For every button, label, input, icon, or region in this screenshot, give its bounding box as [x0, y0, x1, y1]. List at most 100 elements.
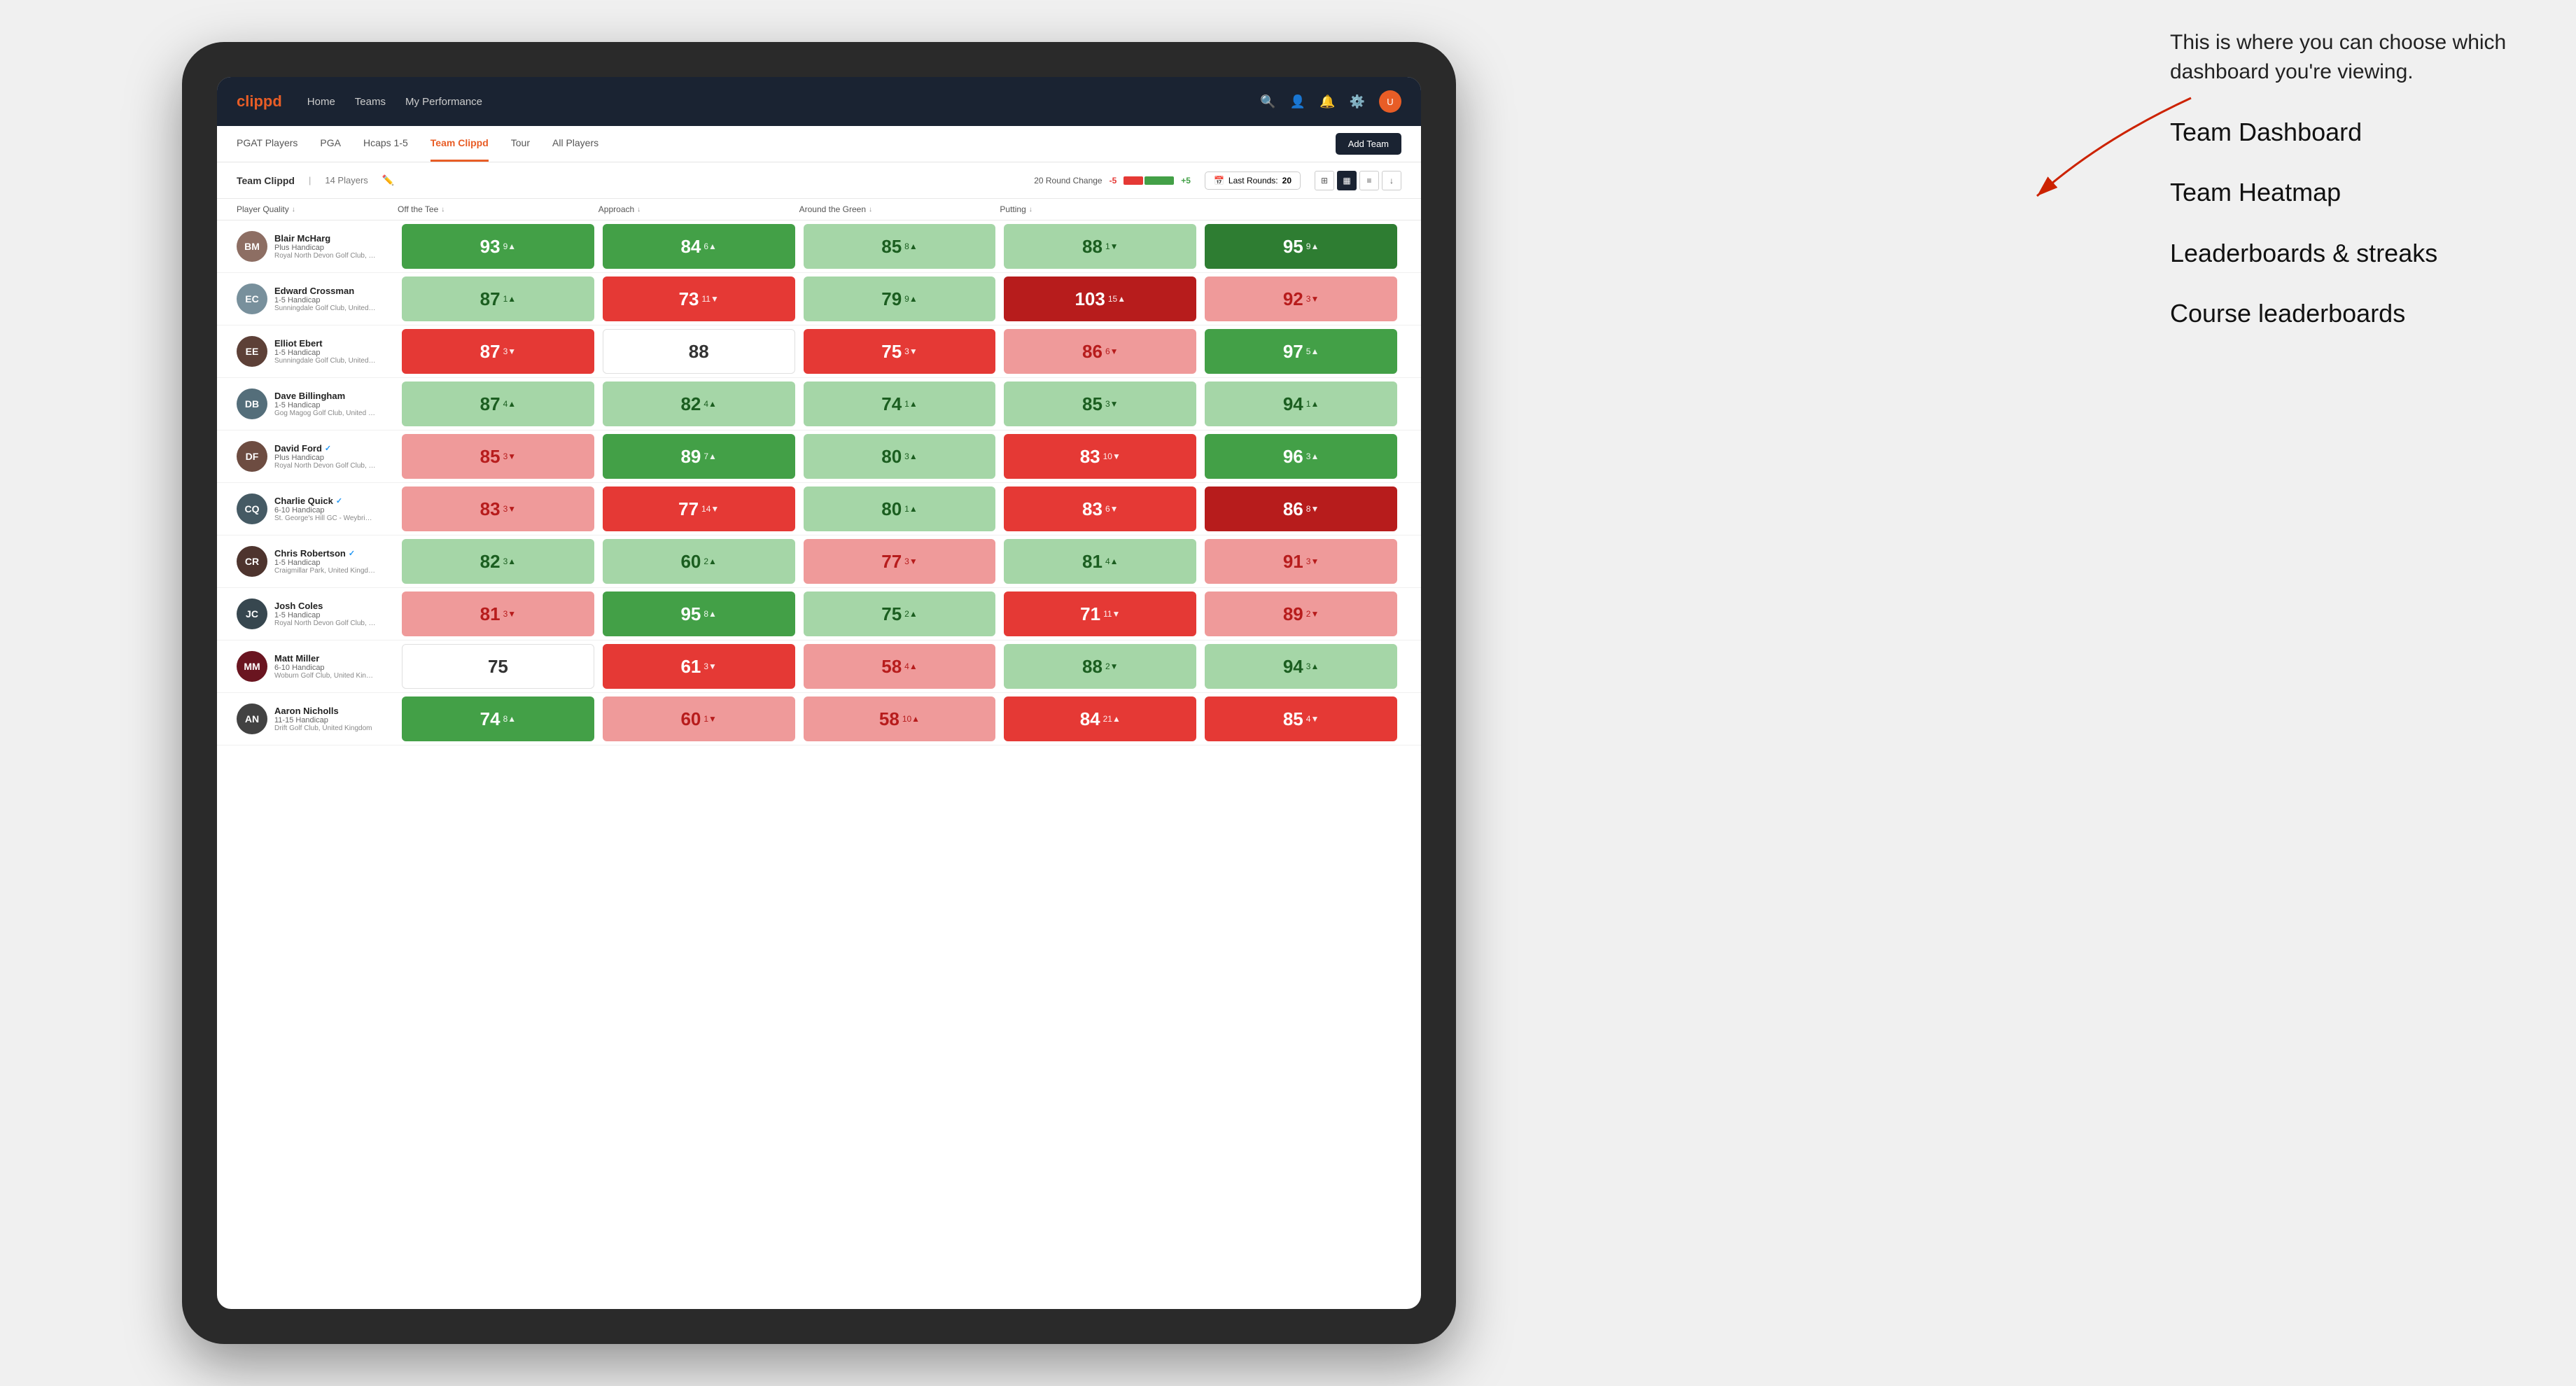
dashboard-option[interactable]: Course leaderboards	[2170, 296, 2534, 331]
score-cell: 892▼	[1205, 592, 1397, 636]
score-change: 3▼	[503, 504, 517, 514]
score-cell: 873▼	[402, 329, 594, 374]
subnav-team-clippd[interactable]: Team Clippd	[430, 126, 489, 162]
logo[interactable]: clippd	[237, 92, 282, 111]
dashboard-option[interactable]: Team Heatmap	[2170, 175, 2534, 210]
subnav-pga[interactable]: PGA	[320, 126, 341, 162]
score-cell: 5810▲	[804, 696, 996, 741]
score-cell: 88	[603, 329, 795, 374]
table-row[interactable]: DBDave Billingham1-5 HandicapGog Magog G…	[217, 378, 1421, 430]
score-cell: 601▼	[603, 696, 795, 741]
score-cell: 584▲	[804, 644, 996, 689]
score-cell: 8310▼	[1004, 434, 1196, 479]
nav-links: Home Teams My Performance	[307, 96, 1261, 108]
view-icons: ⊞ ▦ ≡ ↓	[1315, 171, 1401, 190]
score-value: 103	[1074, 288, 1105, 310]
player-club: Royal North Devon Golf Club, United King…	[274, 252, 376, 260]
player-info: MMMatt Miller6-10 HandicapWoburn Golf Cl…	[237, 644, 398, 689]
download-button[interactable]: ↓	[1382, 171, 1401, 190]
score-value: 89	[1283, 603, 1303, 625]
score-change: 11▼	[1103, 609, 1120, 619]
col-around-green[interactable]: Around the Green ↓	[799, 204, 1000, 214]
table-row[interactable]: CQCharlie Quick ✓6-10 HandicapSt. George…	[217, 483, 1421, 536]
player-handicap: 1-5 Handicap	[274, 349, 398, 357]
player-handicap: Plus Handicap	[274, 244, 398, 252]
score-cell: 833▼	[402, 486, 594, 531]
score-change: 3▼	[503, 609, 517, 619]
player-info: BMBlair McHargPlus HandicapRoyal North D…	[237, 224, 398, 269]
score-value: 94	[1283, 656, 1303, 678]
heatmap-view-button[interactable]: ▦	[1337, 171, 1357, 190]
table-row[interactable]: ECEdward Crossman1-5 HandicapSunningdale…	[217, 273, 1421, 326]
avatar: DF	[237, 441, 267, 472]
table-row[interactable]: JCJosh Coles1-5 HandicapRoyal North Devo…	[217, 588, 1421, 640]
score-cell: 923▼	[1205, 276, 1397, 321]
table-row[interactable]: CRChris Robertson ✓1-5 HandicapCraigmill…	[217, 536, 1421, 588]
subnav-pgat[interactable]: PGAT Players	[237, 126, 298, 162]
avatar[interactable]: U	[1379, 90, 1401, 113]
edit-icon[interactable]: ✏️	[382, 174, 394, 186]
nav-right: 🔍 👤 🔔 ⚙️ U	[1260, 90, 1401, 113]
score-cell: 799▲	[804, 276, 996, 321]
score-change: 1▲	[503, 294, 517, 304]
col-around-green-label: Around the Green	[799, 204, 866, 214]
score-value: 86	[1082, 341, 1102, 363]
score-cell: 874▲	[402, 382, 594, 426]
settings-icon[interactable]: ⚙️	[1350, 94, 1365, 109]
col-approach[interactable]: Approach ↓	[598, 204, 799, 214]
score-change: 4▲	[503, 399, 517, 409]
col-off-tee-label: Off the Tee	[398, 204, 438, 214]
avatar: JC	[237, 598, 267, 629]
subnav-tour[interactable]: Tour	[511, 126, 530, 162]
subnav-all-players[interactable]: All Players	[552, 126, 598, 162]
subnav-hcaps[interactable]: Hcaps 1-5	[363, 126, 408, 162]
col-putting[interactable]: Putting ↓	[1000, 204, 1200, 214]
score-cell: 941▲	[1205, 382, 1397, 426]
nav-home[interactable]: Home	[307, 96, 335, 108]
score-cell: 801▲	[804, 486, 996, 531]
score-change: 3▼	[503, 451, 517, 461]
dashboard-option[interactable]: Team Dashboard	[2170, 115, 2534, 150]
table-row[interactable]: MMMatt Miller6-10 HandicapWoburn Golf Cl…	[217, 640, 1421, 693]
tablet-device: clippd Home Teams My Performance 🔍 👤 🔔 ⚙…	[182, 42, 1456, 1344]
player-name: Josh Coles	[274, 601, 398, 611]
search-icon[interactable]: 🔍	[1260, 94, 1275, 109]
dashboard-option[interactable]: Leaderboards & streaks	[2170, 236, 2534, 271]
score-value: 83	[1080, 446, 1100, 468]
score-change: 2▲	[704, 556, 717, 566]
player-info: ANAaron Nicholls11-15 HandicapDrift Golf…	[237, 696, 398, 741]
last-rounds-label: Last Rounds:	[1228, 176, 1278, 186]
player-name: David Ford ✓	[274, 443, 398, 454]
col-player-quality[interactable]: Player Quality ↓	[237, 204, 398, 214]
bell-icon[interactable]: 🔔	[1320, 94, 1335, 109]
score-value: 92	[1283, 288, 1303, 310]
add-team-button[interactable]: Add Team	[1336, 133, 1401, 155]
table-row[interactable]: ANAaron Nicholls11-15 HandicapDrift Golf…	[217, 693, 1421, 746]
col-off-tee[interactable]: Off the Tee ↓	[398, 204, 598, 214]
table-row[interactable]: EEElliot Ebert1-5 HandicapSunningdale Go…	[217, 326, 1421, 378]
player-name: Matt Miller	[274, 653, 398, 664]
score-change: 8▲	[503, 714, 517, 724]
score-change: 6▼	[1105, 504, 1119, 514]
grid-view-button[interactable]: ⊞	[1315, 171, 1334, 190]
table-row[interactable]: DFDavid Ford ✓Plus HandicapRoyal North D…	[217, 430, 1421, 483]
player-club: St. George's Hill GC - Weybridge - Surre…	[274, 514, 376, 522]
score-cell: 7714▼	[603, 486, 795, 531]
player-handicap: 1-5 Handicap	[274, 611, 398, 620]
player-club: Gog Magog Golf Club, United Kingdom	[274, 410, 376, 417]
player-info: DBDave Billingham1-5 HandicapGog Magog G…	[237, 382, 398, 426]
score-change: 2▼	[1306, 609, 1320, 619]
score-cell: 913▼	[1205, 539, 1397, 584]
score-change: 1▼	[1105, 241, 1119, 251]
user-icon[interactable]: 👤	[1290, 94, 1306, 109]
table-row[interactable]: BMBlair McHargPlus HandicapRoyal North D…	[217, 220, 1421, 273]
nav-teams[interactable]: Teams	[355, 96, 386, 108]
list-view-button[interactable]: ≡	[1359, 171, 1379, 190]
col-putting-label: Putting	[1000, 204, 1026, 214]
last-rounds-button[interactable]: 📅 Last Rounds: 20	[1205, 172, 1301, 190]
calendar-icon: 📅	[1214, 176, 1224, 186]
player-handicap: 1-5 Handicap	[274, 401, 398, 410]
nav-my-performance[interactable]: My Performance	[405, 96, 482, 108]
score-cell: 959▲	[1205, 224, 1397, 269]
player-club: Drift Golf Club, United Kingdom	[274, 724, 376, 732]
